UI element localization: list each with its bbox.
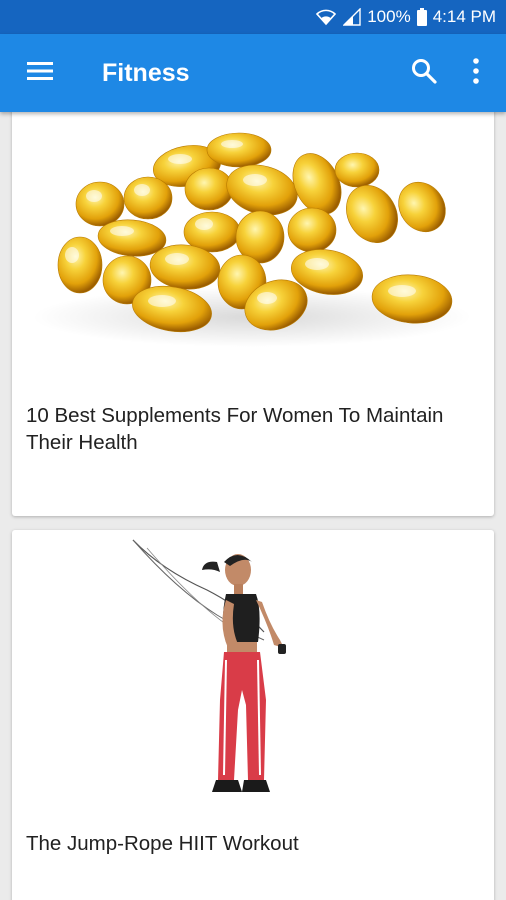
more-vert-icon <box>472 57 480 89</box>
supplement-capsules-image <box>12 112 494 372</box>
article-title[interactable]: 10 Best Supplements For Women To Maintai… <box>26 402 466 456</box>
jump-rope-woman-image <box>12 530 494 812</box>
article-card[interactable]: The Jump-Rope HIIT Workout <box>12 530 494 900</box>
battery-percent: 100% <box>367 7 411 26</box>
hamburger-menu-icon <box>27 61 53 86</box>
search-icon <box>411 58 437 89</box>
article-card[interactable]: 10 Best Supplements For Women To Maintai… <box>12 112 494 516</box>
battery-icon <box>416 8 427 26</box>
status-bar: 100% 4:14 PM <box>0 0 506 34</box>
article-title[interactable]: The Jump-Rope HIIT Workout <box>26 830 466 857</box>
page-title: Fitness <box>102 58 190 87</box>
app-bar: Fitness <box>0 34 506 112</box>
overflow-menu-button[interactable] <box>454 51 498 95</box>
article-feed[interactable]: 10 Best Supplements For Women To Maintai… <box>0 112 506 900</box>
wifi-icon <box>315 8 337 26</box>
navigation-menu-button[interactable] <box>20 53 60 93</box>
search-button[interactable] <box>402 51 446 95</box>
signal-icon <box>343 8 361 26</box>
status-time: 4:14 PM <box>432 7 496 26</box>
